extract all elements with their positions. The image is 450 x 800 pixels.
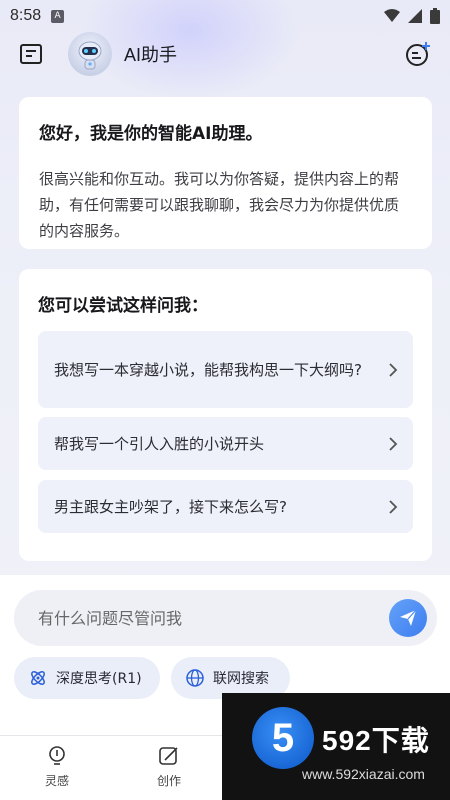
watermark-url: www.592xiazai.com — [302, 766, 425, 782]
watermark-brand: 592下载 — [322, 725, 430, 756]
suggestion-item[interactable]: 帮我写一个引人入胜的小说开头 — [38, 417, 413, 470]
new-chat-button[interactable] — [402, 38, 434, 70]
page-title: AI助手 — [124, 45, 178, 65]
status-bar: 8:58 A — [0, 0, 450, 32]
globe-icon — [186, 669, 204, 687]
robot-avatar — [68, 32, 112, 76]
tab-create[interactable]: 创作 — [144, 744, 194, 789]
message-input-box — [14, 590, 437, 646]
suggestion-item[interactable]: 男主跟女主吵架了，接下来怎么写? — [38, 480, 413, 533]
paper-plane-icon — [400, 609, 417, 626]
suggestion-label: 我想写一本穿越小说，能帮我构思一下大纲吗? — [54, 360, 362, 379]
robot-icon — [78, 41, 102, 70]
wifi-icon — [384, 9, 400, 22]
signal-icon — [408, 9, 422, 23]
suggestions-card: 您可以尝试这样问我： 我想写一本穿越小说，能帮我构思一下大纲吗? 帮我写一个引人… — [19, 269, 432, 561]
deep-think-label: 深度思考(R1) — [56, 671, 142, 687]
chevron-right-icon — [389, 362, 398, 377]
deep-think-toggle[interactable]: 深度思考(R1) — [14, 657, 160, 699]
suggestions-heading: 您可以尝试这样问我： — [38, 296, 208, 316]
new-chat-icon — [406, 42, 430, 66]
tab-label: 灵感 — [44, 774, 69, 788]
suggestion-item[interactable]: 我想写一本穿越小说，能帮我构思一下大纲吗? — [38, 331, 413, 408]
lightbulb-icon — [49, 746, 65, 765]
site-watermark: 5 592下载 www.592xiazai.com — [222, 693, 450, 800]
quill-icon — [159, 747, 178, 765]
status-icons — [384, 8, 440, 24]
notification-icon: A — [51, 9, 65, 23]
watermark-logo: 5 — [252, 707, 314, 769]
tab-inspiration[interactable]: 灵感 — [32, 744, 82, 789]
suggestion-label: 帮我写一个引人入胜的小说开头 — [54, 434, 265, 453]
chevron-right-icon — [389, 436, 398, 451]
welcome-card: 您好，我是你的智能AI助理。 很高兴能和你互动。我可以为你答疑，提供内容上的帮助… — [19, 97, 432, 249]
battery-icon — [430, 8, 440, 24]
tab-label: 创作 — [156, 774, 181, 788]
chevron-right-icon — [389, 499, 398, 514]
welcome-heading: 您好，我是你的智能AI助理。 — [39, 124, 263, 144]
welcome-body: 很高兴能和你互动。我可以为你答疑，提供内容上的帮助，有任何需要可以跟我聊聊，我会… — [39, 170, 400, 240]
sidebar-icon — [20, 44, 42, 64]
send-button[interactable] — [389, 599, 427, 637]
app-header: AI助手 — [0, 30, 450, 78]
atom-icon — [31, 671, 45, 685]
status-time: 8:58 — [10, 7, 42, 24]
history-menu-button[interactable] — [16, 39, 46, 69]
message-input[interactable] — [38, 608, 389, 628]
web-search-label: 联网搜索 — [213, 671, 269, 687]
suggestion-label: 男主跟女主吵架了，接下来怎么写? — [54, 497, 287, 516]
